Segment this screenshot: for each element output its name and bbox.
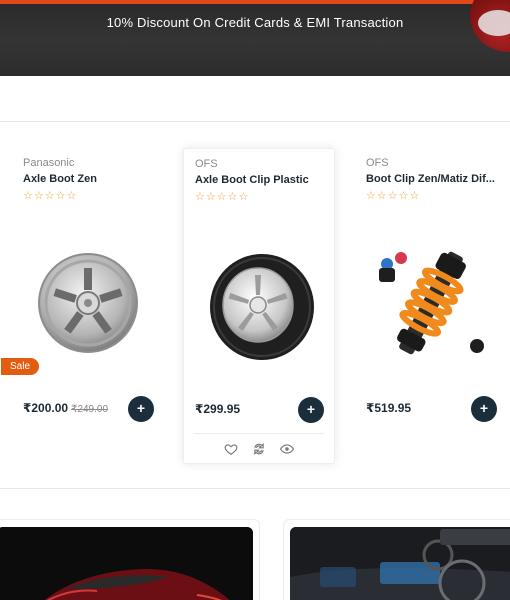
tire-wheel-image[interactable] [194, 239, 326, 369]
product-title[interactable]: Axle Boot Clip Plastic [195, 174, 333, 186]
rating-stars: ☆☆☆☆☆ [23, 190, 78, 202]
product-actions [194, 433, 324, 463]
old-price: ₹249.00 [71, 404, 109, 415]
product-brand: Panasonic [23, 157, 75, 169]
heart-icon[interactable] [224, 442, 238, 456]
product-brand: OFS [366, 157, 389, 169]
promo-car-image [470, 0, 510, 52]
rating-stars: ☆☆☆☆☆ [366, 190, 421, 202]
add-to-cart-button[interactable]: + [128, 396, 154, 422]
eye-icon[interactable] [279, 442, 295, 456]
product-price: ₹200.00 ₹249.00 [23, 401, 108, 415]
product-price: ₹519.95 [366, 401, 411, 415]
product-card[interactable]: Panasonic Axle Boot Zen ☆☆☆☆☆ Sale ₹200.… [1, 148, 164, 464]
rating-stars: ☆☆☆☆☆ [195, 191, 250, 203]
promo-card-right[interactable] [283, 519, 510, 600]
add-to-cart-button[interactable]: + [471, 396, 497, 422]
promo-card-left[interactable] [0, 519, 260, 600]
product-card[interactable]: OFS Axle Boot Clip Plastic ☆☆☆☆☆ ₹299.95… [183, 148, 335, 464]
product-brand: OFS [195, 158, 218, 170]
section-divider [0, 121, 510, 122]
sports-car-image[interactable] [0, 527, 253, 600]
promo-banner: 10% Discount On Credit Cards & EMI Trans… [0, 0, 510, 76]
car-interior-image[interactable] [290, 527, 510, 600]
current-price: ₹519.95 [366, 401, 412, 415]
promo-text: 10% Discount On Credit Cards & EMI Trans… [106, 15, 404, 30]
product-price: ₹299.95 [195, 402, 240, 416]
compare-icon[interactable] [252, 442, 266, 456]
add-to-cart-button[interactable]: + [298, 397, 324, 423]
product-title[interactable]: Boot Clip Zen/Matiz Dif... [366, 173, 504, 185]
section-divider [0, 488, 510, 489]
sale-badge: Sale [1, 358, 40, 375]
product-title[interactable]: Axle Boot Zen [23, 173, 161, 185]
current-price: ₹200.00 [23, 401, 69, 415]
promo-accent-line [0, 0, 510, 4]
shock-absorber-image[interactable] [365, 238, 497, 368]
current-price: ₹299.95 [195, 402, 241, 416]
product-card[interactable]: OFS Boot Clip Zen/Matiz Dif... ☆☆☆☆☆ ₹51… [355, 148, 507, 464]
alloy-wheel-image[interactable] [22, 238, 154, 368]
